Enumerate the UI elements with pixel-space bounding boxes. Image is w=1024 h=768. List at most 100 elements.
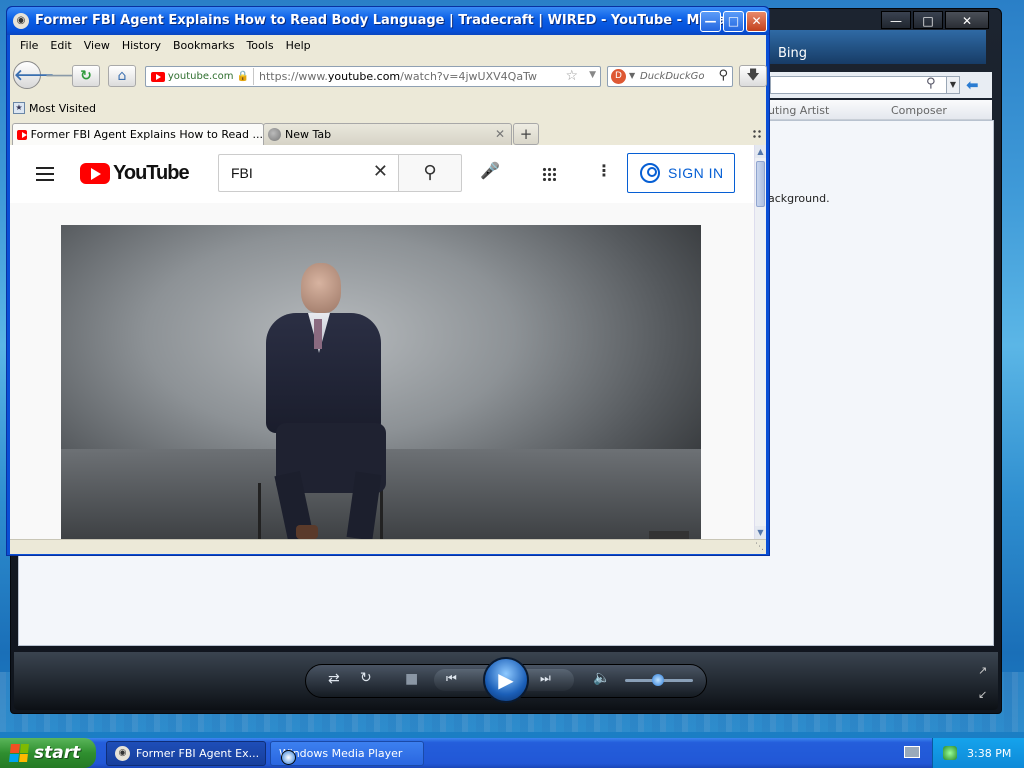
back-arrow-icon[interactable]: ⬅ bbox=[966, 76, 979, 94]
stop-icon[interactable]: ■ bbox=[405, 671, 418, 687]
maximize-button[interactable]: □ bbox=[723, 11, 744, 32]
site-identity-label: youtube.com bbox=[167, 71, 234, 82]
repeat-icon[interactable]: ↻ bbox=[360, 670, 372, 686]
vertical-scrollbar[interactable]: ▲ ▼ bbox=[754, 145, 766, 539]
search-engine-dropdown-icon[interactable]: ▼ bbox=[629, 71, 635, 80]
address-bar[interactable]: youtube.com 🔒 https://www.youtube.com/wa… bbox=[145, 66, 601, 87]
taskbar-item-wmp[interactable]: Windows Media Player bbox=[270, 741, 424, 766]
person-tie bbox=[314, 319, 322, 349]
start-label: start bbox=[34, 743, 81, 763]
youtube-logo[interactable]: YouTube bbox=[80, 162, 190, 185]
search-icon[interactable]: ⚲ bbox=[718, 68, 728, 83]
bookmark-most-visited[interactable]: Most Visited bbox=[29, 102, 96, 115]
menu-tools[interactable]: Tools bbox=[240, 39, 279, 52]
wmp-minimize-button[interactable]: — bbox=[881, 11, 911, 29]
mypal-app-icon: ◉ bbox=[13, 13, 29, 29]
youtube-favicon bbox=[17, 129, 27, 140]
new-tab-button[interactable]: + bbox=[513, 123, 539, 145]
column-contributing-artist[interactable]: uting Artist bbox=[768, 104, 829, 117]
youtube-favicon bbox=[151, 71, 165, 82]
clear-search-icon[interactable]: ✕ bbox=[373, 161, 388, 182]
taskbar-item-label: Former FBI Agent Ex... bbox=[136, 747, 260, 760]
browser-body: File Edit View History Bookmarks Tools H… bbox=[10, 35, 767, 554]
sign-in-button[interactable]: SIGN IN bbox=[627, 153, 735, 193]
clock[interactable]: 3:38 PM bbox=[967, 747, 1011, 760]
apps-grid-icon[interactable] bbox=[542, 167, 556, 181]
menu-edit[interactable]: Edit bbox=[44, 39, 77, 52]
back-button[interactable]: 🡐 bbox=[13, 61, 54, 89]
youtube-logo-icon bbox=[80, 163, 110, 184]
play-button[interactable]: ▶ bbox=[483, 657, 529, 703]
previous-icon[interactable]: ⏮ bbox=[446, 671, 457, 686]
full-screen-icon[interactable]: ↙ bbox=[978, 688, 987, 701]
scroll-down-icon[interactable]: ▼ bbox=[755, 526, 766, 539]
bookmark-folder-icon: ★ bbox=[13, 102, 25, 114]
lock-icon: 🔒 bbox=[236, 71, 249, 82]
volume-icon[interactable]: 🔈 bbox=[593, 670, 610, 686]
column-composer[interactable]: Composer bbox=[891, 104, 947, 117]
home-button[interactable]: ⌂ bbox=[108, 65, 136, 87]
search-bar[interactable]: D ▼ DuckDuckGo ⚲ bbox=[607, 66, 733, 87]
wmp-close-button[interactable]: ✕ bbox=[945, 11, 989, 29]
status-bar: ⋱ bbox=[10, 539, 766, 554]
reload-button[interactable]: ↻ bbox=[72, 65, 100, 87]
video-player[interactable] bbox=[61, 225, 701, 539]
more-options-icon[interactable]: ⋮ bbox=[596, 161, 612, 180]
tab-label: New Tab bbox=[285, 128, 332, 141]
tab-new-tab[interactable]: New Tab ✕ bbox=[263, 123, 512, 145]
menu-file[interactable]: File bbox=[14, 39, 44, 52]
network-icon[interactable] bbox=[943, 746, 957, 760]
wmp-maximize-button[interactable]: □ bbox=[913, 11, 943, 29]
hamburger-menu-icon[interactable] bbox=[36, 167, 54, 181]
youtube-logo-text: YouTube bbox=[113, 162, 190, 184]
tab-label: Former FBI Agent Explains How to Read ..… bbox=[30, 128, 263, 141]
windows-flag-icon bbox=[9, 744, 29, 762]
bookmarks-toolbar: ★ Most Visited bbox=[10, 99, 96, 117]
user-icon bbox=[640, 163, 660, 183]
navigation-toolbar: 🡐 🡒 ↻ ⌂ youtube.com 🔒 https://www.youtub… bbox=[10, 57, 767, 91]
menu-help[interactable]: Help bbox=[280, 39, 317, 52]
scroll-thumb[interactable] bbox=[756, 161, 765, 207]
chevron-down-icon[interactable]: ▼ bbox=[946, 76, 960, 94]
switch-to-library-icon[interactable]: ↗ bbox=[978, 664, 987, 677]
youtube-header: YouTube FBI ✕ ⚲ 🎤 ⋮ SIGN IN bbox=[10, 145, 754, 203]
video-overlay-badge bbox=[649, 531, 689, 539]
taskbar-item-browser[interactable]: ◉ Former FBI Agent Ex... bbox=[106, 741, 266, 766]
video-frame-person bbox=[256, 263, 396, 539]
scroll-up-icon[interactable]: ▲ bbox=[755, 145, 766, 158]
url-prefix: https://www. bbox=[259, 70, 328, 83]
microphone-icon[interactable]: 🎤 bbox=[480, 161, 500, 185]
url-dropdown-icon[interactable]: ▼ bbox=[589, 70, 596, 80]
downloads-button[interactable]: 🡇 bbox=[739, 65, 767, 87]
duckduckgo-icon[interactable]: D bbox=[611, 69, 626, 84]
close-button[interactable]: ✕ bbox=[746, 11, 767, 32]
youtube-search-button[interactable]: ⚲ bbox=[398, 154, 462, 192]
tab-close-icon[interactable]: ✕ bbox=[495, 127, 505, 141]
url-path: /watch?v=4jwUXV4QaTw bbox=[400, 70, 537, 83]
start-button[interactable]: start bbox=[0, 738, 96, 768]
search-icon[interactable]: ⚲ bbox=[926, 76, 936, 91]
next-icon[interactable]: ⏭ bbox=[540, 671, 551, 686]
shuffle-icon[interactable]: ⇄ bbox=[328, 671, 340, 687]
youtube-search-input[interactable]: FBI ✕ bbox=[218, 154, 398, 192]
menu-view[interactable]: View bbox=[78, 39, 116, 52]
tab-overview-icon[interactable] bbox=[752, 129, 762, 139]
volume-knob[interactable] bbox=[651, 674, 664, 686]
bookmark-star-icon[interactable]: ☆ bbox=[565, 68, 578, 84]
globe-icon bbox=[268, 128, 281, 141]
tab-strip: Former FBI Agent Explains How to Read ..… bbox=[10, 121, 766, 145]
menu-history[interactable]: History bbox=[116, 39, 167, 52]
minimize-button[interactable]: — bbox=[700, 11, 721, 32]
browser-titlebar[interactable]: ◉ Former FBI Agent Explains How to Read … bbox=[7, 7, 769, 35]
keyboard-language-icon[interactable] bbox=[904, 746, 920, 758]
tab-youtube[interactable]: Former FBI Agent Explains How to Read ..… bbox=[12, 123, 264, 145]
url-host: youtube.com bbox=[327, 70, 401, 83]
wmp-bing-label[interactable]: Bing bbox=[778, 46, 807, 61]
search-placeholder: DuckDuckGo bbox=[640, 71, 705, 82]
sign-in-label: SIGN IN bbox=[668, 165, 724, 181]
menu-bar: File Edit View History Bookmarks Tools H… bbox=[10, 35, 766, 55]
site-identity[interactable]: youtube.com 🔒 bbox=[148, 68, 254, 85]
url-text[interactable]: https://www.youtube.com/watch?v=4jwUXV4Q… bbox=[259, 70, 537, 83]
menu-bookmarks[interactable]: Bookmarks bbox=[167, 39, 240, 52]
resize-grip-icon[interactable]: ⋱ bbox=[755, 542, 764, 552]
